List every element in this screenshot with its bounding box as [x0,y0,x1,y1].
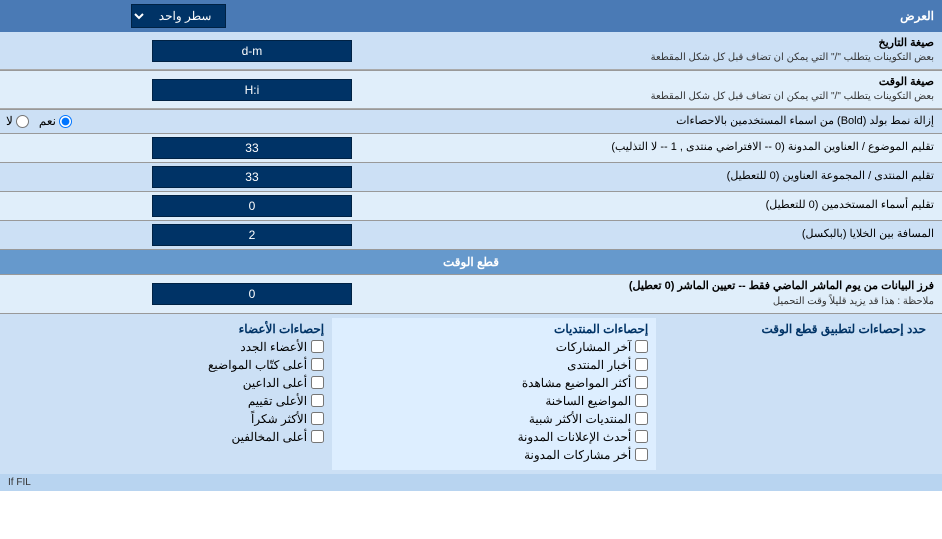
stat-item-2: أخبار المنتدى [340,358,648,372]
forum-order-input[interactable] [152,166,352,188]
stat-member-checkbox-3[interactable] [311,376,324,389]
stat-member-6: أعلى المخالفين [16,430,324,444]
stat-member-checkbox-2[interactable] [311,358,324,371]
date-format-label: صيغة التاريخ [366,36,934,51]
stat-member-2: أعلى كتّاب المواضيع [16,358,324,372]
cell-distance-label: المسافة بين الخلايا (بالبكسل) [366,227,934,242]
radio-no-label: لا [6,114,13,128]
stat-checkbox-1[interactable] [635,340,648,353]
radio-yes[interactable]: نعم [39,114,72,128]
subject-order-input[interactable] [152,137,352,159]
stat-label-7: أخر مشاركات المدونة [524,448,631,462]
cut-section-title: قطع الوقت [0,250,942,274]
date-format-input[interactable] [152,40,352,62]
radio-yes-input[interactable] [59,115,72,128]
stat-member-checkbox-6[interactable] [311,430,324,443]
stat-item-6: أحدث الإعلانات المدونة [340,430,648,444]
stat-member-label-6: أعلى المخالفين [231,430,307,444]
stat-member-3: أعلى الداعين [16,376,324,390]
display-dropdown[interactable]: سطر واحد [131,4,226,28]
stat-member-label-2: أعلى كتّاب المواضيع [208,358,307,372]
member-stats-col: إحصاءات الأعضاء الأعضاء الجدد أعلى كتّاب… [8,318,332,470]
stat-member-4: الأعلى تقييم [16,394,324,408]
stat-label-5: المنتديات الأكثر شبية [529,412,631,426]
radio-yes-label: نعم [39,114,56,128]
cut-time-label: فرز البيانات من يوم الماشر الماضي فقط --… [366,279,934,294]
stat-member-label-1: الأعضاء الجدد [240,340,307,354]
stat-member-label-3: أعلى الداعين [243,376,307,390]
stat-member-label-4: الأعلى تقييم [248,394,307,408]
stat-label-2: أخبار المنتدى [567,358,631,372]
radio-no[interactable]: لا [6,114,29,128]
stat-item-3: أكثر المواضيع مشاهدة [340,376,648,390]
stats-title-cell: حدد إحصاءات لتطبيق قطع الوقت [656,318,934,470]
forum-stats-title: إحصاءات المنتديات [340,322,648,336]
if-fil-text: If FIL [8,477,31,488]
cut-time-input[interactable] [152,283,352,305]
stat-label-6: أحدث الإعلانات المدونة [518,430,632,444]
stat-member-checkbox-4[interactable] [311,394,324,407]
stat-item-1: آخر المشاركات [340,340,648,354]
stats-section-title: حدد إحصاءات لتطبيق قطع الوقت [664,322,926,336]
subject-order-label: تقليم الموضوع / العناوين المدونة (0 -- ا… [366,140,934,155]
radio-no-input[interactable] [16,115,29,128]
users-order-input[interactable] [152,195,352,217]
section-label: العرض [358,0,942,32]
stat-label-3: أكثر المواضيع مشاهدة [522,376,631,390]
time-format-input[interactable] [152,79,352,101]
stat-checkbox-7[interactable] [635,448,648,461]
forum-stats-col: إحصاءات المنتديات آخر المشاركات أخبار ال… [332,318,656,470]
cut-time-note: ملاحظة : هذا قد يزيد قليلاً وقت التحميل [366,295,934,309]
date-format-sublabel: بعض التكوينات يتطلب "/" التي يمكن ان تضا… [366,51,934,65]
stat-member-checkbox-1[interactable] [311,340,324,353]
stat-label-4: المواضيع الساخنة [545,394,631,408]
users-order-label: تقليم أسماء المستخدمين (0 للتعطيل) [366,198,934,213]
time-format-label: صيغة الوقت [366,75,934,90]
time-format-sublabel: بعض التكوينات يتطلب "/" التي يمكن ان تضا… [366,90,934,104]
stat-member-label-5: الأكثر شكراً [251,412,307,426]
stat-checkbox-5[interactable] [635,412,648,425]
bold-radio-group: نعم لا [6,114,352,128]
stat-checkbox-6[interactable] [635,430,648,443]
stat-checkbox-3[interactable] [635,376,648,389]
stat-member-1: الأعضاء الجدد [16,340,324,354]
stat-member-checkbox-5[interactable] [311,412,324,425]
stat-label-1: آخر المشاركات [556,340,631,354]
stat-item-5: المنتديات الأكثر شبية [340,412,648,426]
bottom-note: If FIL [0,474,942,491]
forum-order-label: تقليم المنتدى / المجموعة العناوين (0 للت… [366,169,934,184]
stat-item-4: المواضيع الساخنة [340,394,648,408]
stat-checkbox-2[interactable] [635,358,648,371]
stat-member-5: الأكثر شكراً [16,412,324,426]
bold-remove-label: إزالة نمط بولد (Bold) من اسماء المستخدمي… [366,114,934,129]
member-stats-title: إحصاءات الأعضاء [16,322,324,336]
cell-distance-input[interactable] [152,224,352,246]
stat-item-7: أخر مشاركات المدونة [340,448,648,462]
stat-checkbox-4[interactable] [635,394,648,407]
